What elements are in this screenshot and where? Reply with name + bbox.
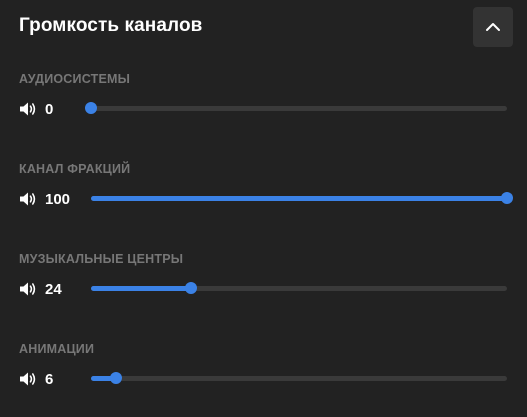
volume-value: 6 (45, 371, 54, 388)
volume-value: 100 (45, 191, 71, 208)
channel-label: АУДИОСИСТЕМЫ (19, 72, 131, 86)
slider-fill (91, 196, 507, 201)
speaker-icon (20, 192, 36, 206)
chevron-up-icon (486, 23, 500, 31)
slider-thumb[interactable] (109, 372, 122, 384)
speaker-icon (20, 282, 36, 296)
volume-value: 24 (45, 281, 62, 298)
channel-audio-systems: АУДИОСИСТЕМЫ 0 (0, 72, 527, 132)
channel-faction: КАНАЛ ФРАКЦИЙ 100 (0, 162, 527, 222)
speaker-icon (20, 372, 36, 386)
volume-slider[interactable] (91, 192, 513, 204)
slider-thumb[interactable] (501, 192, 513, 204)
collapse-button[interactable] (473, 7, 513, 47)
speaker-icon (20, 102, 36, 116)
panel-title: Громкость каналов (19, 15, 203, 36)
channel-label: КАНАЛ ФРАКЦИЙ (19, 162, 131, 176)
channel-label: АНИМАЦИИ (19, 342, 95, 356)
channel-label: МУЗЫКАЛЬНЫЕ ЦЕНТРЫ (19, 252, 184, 266)
channel-volume-panel: Громкость каналов АУДИОСИСТЕМЫ 0 КАНАЛ Ф… (0, 0, 527, 417)
slider-fill (91, 286, 191, 291)
slider-thumb[interactable] (184, 282, 197, 294)
slider-thumb[interactable] (85, 102, 97, 114)
volume-slider[interactable] (91, 372, 507, 384)
channel-music-centers: МУЗЫКАЛЬНЫЕ ЦЕНТРЫ 24 (0, 252, 527, 312)
volume-value: 0 (45, 101, 54, 118)
volume-slider[interactable] (85, 102, 507, 114)
volume-slider[interactable] (91, 282, 507, 294)
channel-animations: АНИМАЦИИ 6 (0, 342, 527, 402)
